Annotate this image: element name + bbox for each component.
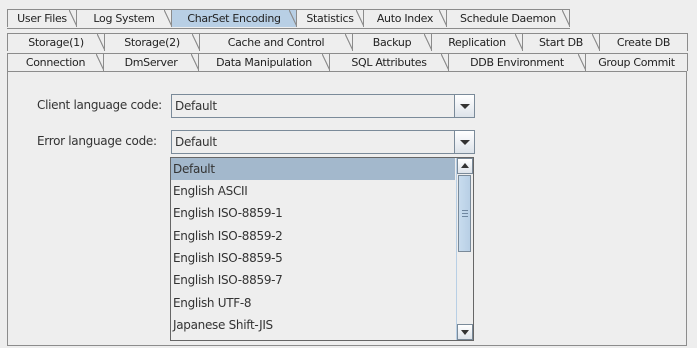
tab-user-files[interactable]: User Files	[7, 9, 77, 27]
error-language-value: Default	[175, 135, 217, 149]
scrollbar-thumb[interactable]	[458, 175, 471, 252]
client-language-combo[interactable]: Default	[171, 94, 475, 118]
tab-schedule-daemon[interactable]: Schedule Daemon	[446, 9, 570, 27]
list-item[interactable]: English ASCII	[171, 180, 455, 202]
error-language-dropdown-list[interactable]: Default English ASCII English ISO-8859-1…	[170, 157, 474, 341]
list-item[interactable]: English ISO-8859-2	[171, 225, 455, 247]
error-language-combo[interactable]: Default	[171, 130, 475, 154]
tab-storage-1[interactable]: Storage(1)	[7, 33, 105, 51]
tab-create-db[interactable]: Create DB	[599, 33, 688, 51]
list-item[interactable]: Default	[171, 158, 455, 180]
client-language-label: Client language code:	[37, 98, 162, 112]
list-item[interactable]: English ISO-8859-5	[171, 247, 455, 269]
dropdown-scrollbar[interactable]	[456, 158, 473, 340]
tab-charset-encoding[interactable]: CharSet Encoding	[171, 9, 297, 27]
tab-auto-index[interactable]: Auto Index	[363, 9, 447, 27]
tab-sql-attributes[interactable]: SQL Attributes	[329, 53, 449, 71]
tab-statistics[interactable]: Statistics	[296, 9, 364, 27]
client-language-value: Default	[175, 99, 217, 113]
error-language-label: Error language code:	[37, 134, 157, 148]
grip-line	[462, 216, 468, 217]
tab-storage-2[interactable]: Storage(2)	[104, 33, 200, 51]
tab-group-commit[interactable]: Group Commit	[585, 53, 688, 71]
tab-start-db[interactable]: Start DB	[522, 33, 600, 51]
tab-cache-and-control[interactable]: Cache and Control	[199, 33, 353, 51]
list-item[interactable]: English ISO-8859-7	[171, 269, 455, 291]
settings-window: User Files Log System CharSet Encoding S…	[0, 0, 697, 348]
grip-line	[462, 213, 468, 214]
tab-log-system[interactable]: Log System	[76, 9, 172, 27]
scroll-down-icon[interactable]	[457, 324, 473, 340]
tab-replication[interactable]: Replication	[431, 33, 523, 51]
tab-row-1-border	[7, 28, 570, 29]
scroll-up-icon[interactable]	[457, 158, 473, 174]
list-item[interactable]: English UTF-8	[171, 292, 455, 314]
tab-backup[interactable]: Backup	[352, 33, 432, 51]
grip-line	[462, 210, 468, 211]
list-item[interactable]: English ISO-8859-1	[171, 202, 455, 224]
client-language-dropdown-button[interactable]	[454, 95, 474, 117]
tab-dmserver[interactable]: DmServer	[103, 53, 199, 71]
tab-connection[interactable]: Connection	[7, 53, 104, 71]
tab-ddb-environment[interactable]: DDB Environment	[448, 53, 586, 71]
list-item[interactable]: Japanese Shift-JIS	[171, 314, 455, 336]
error-language-dropdown-button[interactable]	[454, 131, 474, 153]
tab-data-manipulation[interactable]: Data Manipulation	[198, 53, 330, 71]
